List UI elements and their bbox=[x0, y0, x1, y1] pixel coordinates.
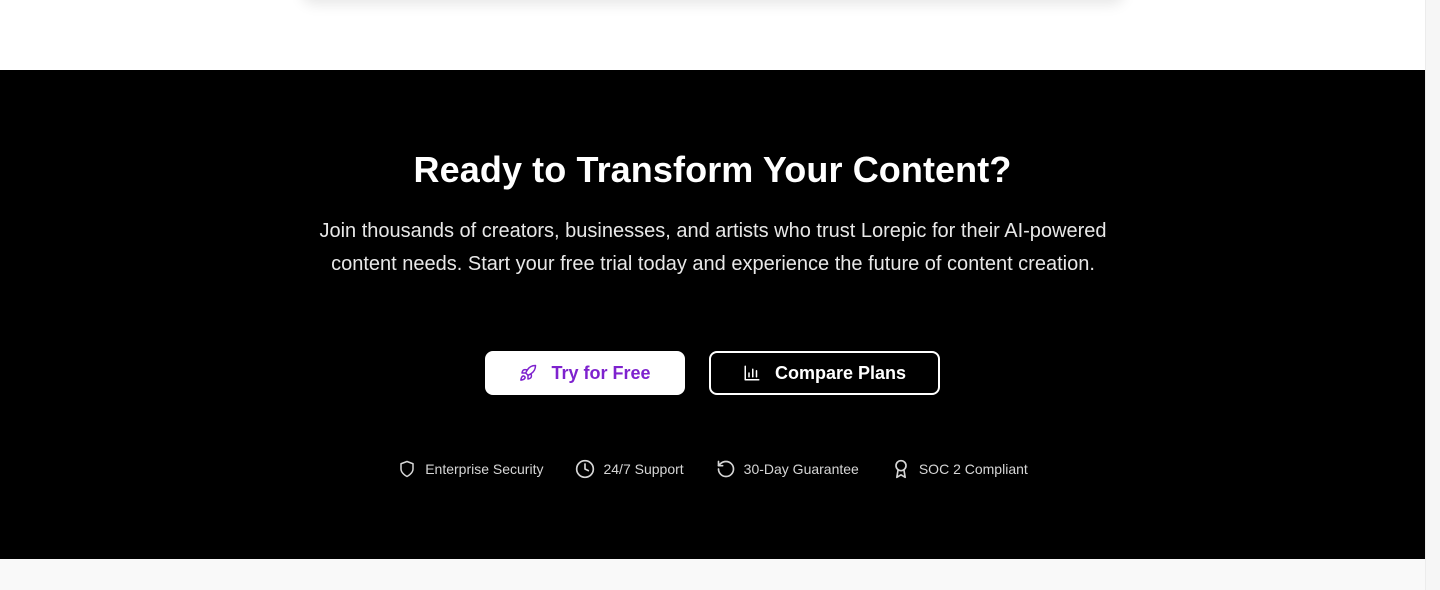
bar-chart-icon bbox=[743, 364, 761, 382]
cta-section: Ready to Transform Your Content? Join th… bbox=[0, 70, 1425, 559]
badge-support: 24/7 Support bbox=[575, 459, 684, 479]
compare-plans-label: Compare Plans bbox=[774, 362, 907, 383]
cta-title: Ready to Transform Your Content? bbox=[413, 149, 1012, 190]
compare-plans-button[interactable]: Compare Plans bbox=[709, 351, 940, 395]
badge-label: 24/7 Support bbox=[603, 461, 684, 477]
award-icon bbox=[891, 459, 911, 479]
page: Ready to Transform Your Content? Join th… bbox=[0, 0, 1440, 590]
badge-label: 30-Day Guarantee bbox=[743, 461, 859, 477]
rotate-ccw-icon bbox=[716, 459, 736, 479]
cta-description: Join thousands of creators, businesses, … bbox=[319, 220, 1107, 275]
trust-badges: Enterprise Security 24/7 Support 30-Day … bbox=[0, 456, 1425, 482]
clock-icon bbox=[575, 459, 595, 479]
badge-label: Enterprise Security bbox=[425, 461, 544, 477]
badge-soc2: SOC 2 Compliant bbox=[891, 459, 1028, 479]
rocket-icon bbox=[519, 364, 537, 382]
badge-guarantee: 30-Day Guarantee bbox=[716, 459, 859, 479]
page-scrollbar[interactable] bbox=[1425, 0, 1440, 590]
badge-enterprise-security: Enterprise Security bbox=[397, 459, 543, 479]
previous-section bbox=[0, 0, 1425, 70]
badge-label: SOC 2 Compliant bbox=[918, 461, 1028, 477]
try-for-free-button[interactable]: Try for Free bbox=[485, 351, 685, 395]
try-for-free-label: Try for Free bbox=[551, 362, 651, 383]
shield-icon bbox=[397, 459, 417, 479]
next-section bbox=[0, 559, 1425, 590]
